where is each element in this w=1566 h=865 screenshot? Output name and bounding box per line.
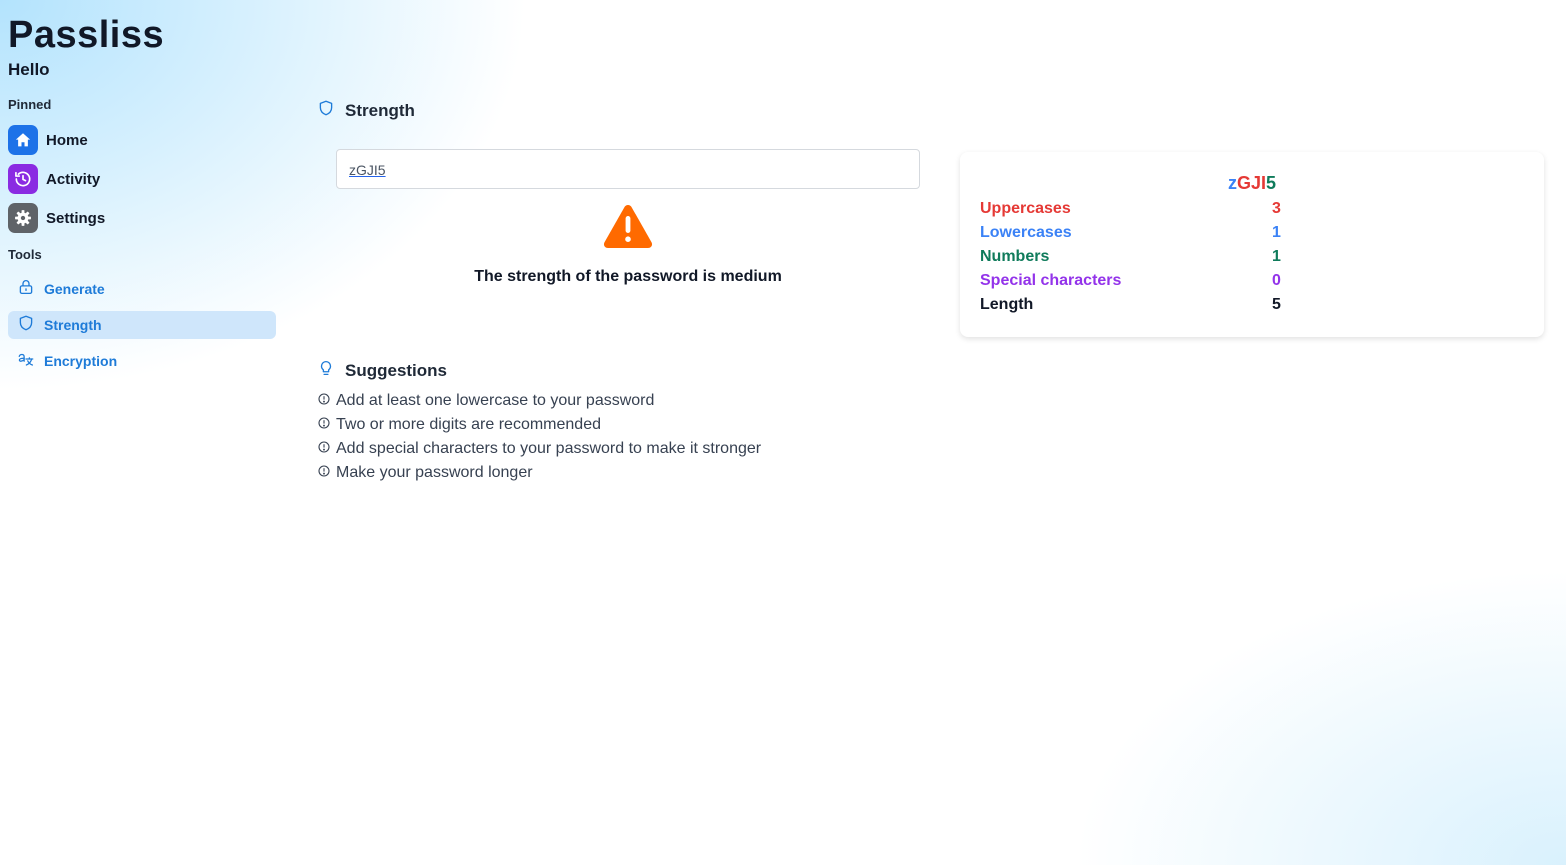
info-icon — [318, 392, 330, 410]
stat-value: 5 — [1272, 296, 1281, 313]
stats-card: zGJI5 Uppercases 3 Lowercases 1 Numbers … — [960, 152, 1544, 337]
suggestion-text: Make your password longer — [336, 464, 533, 481]
history-icon — [8, 164, 38, 194]
shield-icon — [317, 99, 335, 122]
stat-row-special-characters: Special characters 0 — [980, 272, 1281, 294]
sidebar-item-generate[interactable]: Generate — [8, 275, 276, 303]
password-input[interactable] — [336, 149, 920, 189]
strength-header: Strength — [317, 99, 415, 122]
password-lowercase-part: z — [1227, 173, 1237, 193]
warning-icon — [602, 202, 654, 255]
info-icon — [318, 464, 330, 482]
sidebar-item-encryption[interactable]: Encryption — [8, 347, 276, 375]
suggestion-item: Make your password longer — [318, 464, 533, 482]
info-icon — [318, 440, 330, 458]
stat-value: 1 — [1272, 224, 1281, 241]
section-title: Strength — [345, 100, 415, 120]
tools-section-label: Tools — [8, 247, 42, 262]
section-title: Suggestions — [345, 360, 448, 380]
stat-value: 3 — [1272, 200, 1281, 217]
sidebar-item-label: Settings — [46, 209, 106, 227]
colored-password: zGJI5 — [960, 173, 1544, 194]
suggestion-item: Add special characters to your password … — [318, 440, 761, 458]
shield-icon — [17, 314, 35, 337]
suggestion-text: Add special characters to your password … — [336, 440, 762, 457]
sidebar-item-label: Strength — [44, 317, 102, 333]
password-number-part: 5 — [1266, 173, 1277, 193]
stat-label: Uppercases — [980, 200, 1071, 217]
stat-label: Special characters — [980, 272, 1122, 289]
suggestion-text: Two or more digits are recommended — [336, 416, 601, 433]
sidebar-item-strength[interactable]: Strength — [8, 311, 276, 339]
stat-value: 0 — [1272, 272, 1281, 289]
password-uppercase-part: GJI — [1236, 173, 1266, 193]
lock-icon — [17, 278, 35, 301]
stat-row-lowercases: Lowercases 1 — [980, 224, 1281, 246]
sidebar-item-label: Generate — [44, 281, 105, 297]
info-icon — [318, 416, 330, 434]
stat-label: Length — [980, 296, 1034, 313]
translate-icon — [17, 350, 35, 373]
stat-row-uppercases: Uppercases 3 — [980, 200, 1281, 222]
stat-value: 1 — [1272, 248, 1281, 265]
pinned-section-label: Pinned — [8, 97, 52, 112]
app-title: Passliss — [8, 14, 165, 56]
suggestion-item: Add at least one lowercase to your passw… — [318, 392, 654, 410]
home-icon — [8, 125, 38, 155]
sidebar: Passliss Hello Pinned Home Activity Sett… — [0, 0, 290, 865]
strength-message: The strength of the password is medium — [474, 268, 782, 285]
sidebar-item-label: Activity — [46, 170, 101, 188]
greeting: Hello — [8, 60, 50, 79]
stat-label: Numbers — [980, 248, 1050, 265]
sidebar-item-home[interactable]: Home — [8, 125, 88, 155]
stat-row-length: Length 5 — [980, 296, 1281, 318]
sidebar-item-settings[interactable]: Settings — [8, 203, 105, 233]
suggestion-text: Add at least one lowercase to your passw… — [336, 392, 655, 409]
stat-label: Lowercases — [980, 224, 1072, 241]
suggestion-item: Two or more digits are recommended — [318, 416, 601, 434]
gear-icon — [8, 203, 38, 233]
sidebar-item-activity[interactable]: Activity — [8, 164, 100, 194]
lightbulb-icon — [317, 359, 335, 382]
suggestions-header: Suggestions — [317, 359, 447, 382]
sidebar-item-label: Home — [46, 131, 88, 149]
sidebar-item-label: Encryption — [44, 353, 118, 369]
stat-row-numbers: Numbers 1 — [980, 248, 1281, 270]
